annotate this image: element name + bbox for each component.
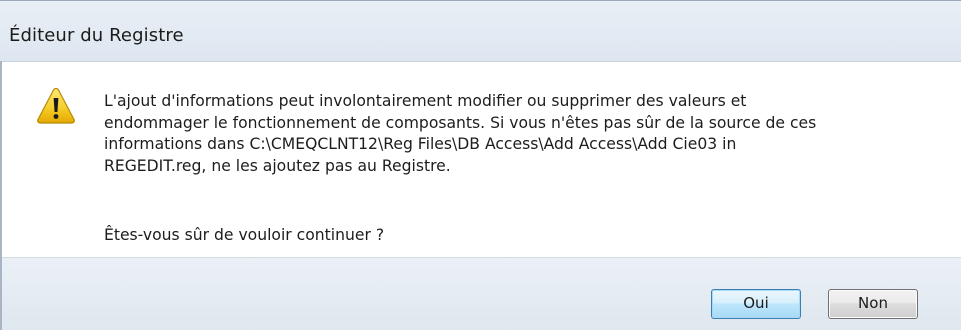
window-left-border (0, 61, 2, 330)
button-bar: Oui Non (0, 257, 961, 330)
message-line-3: informations dans C:\CMEQCLNT12\Reg File… (104, 135, 737, 153)
message-line-2: endommager le fonctionnement de composan… (104, 113, 817, 132)
yes-button[interactable]: Oui (711, 289, 801, 319)
message-line-4: REGEDIT.reg, ne les ajoutez pas au Regis… (104, 156, 451, 175)
message-line-1: L'ajout d'informations peut involontaire… (104, 92, 747, 110)
warning-icon (37, 87, 75, 124)
warning-message: L'ajout d'informations peut involontaire… (104, 91, 939, 177)
window-title: Éditeur du Registre (9, 25, 184, 46)
dialog-content: L'ajout d'informations peut involontaire… (0, 61, 961, 258)
no-button[interactable]: Non (828, 289, 918, 319)
confirm-question: Êtes-vous sûr de vouloir continuer ? (104, 226, 385, 244)
title-bar[interactable]: Éditeur du Registre (0, 1, 961, 61)
registry-editor-dialog: Éditeur du Registre L'ajout d'informatio… (0, 0, 961, 330)
